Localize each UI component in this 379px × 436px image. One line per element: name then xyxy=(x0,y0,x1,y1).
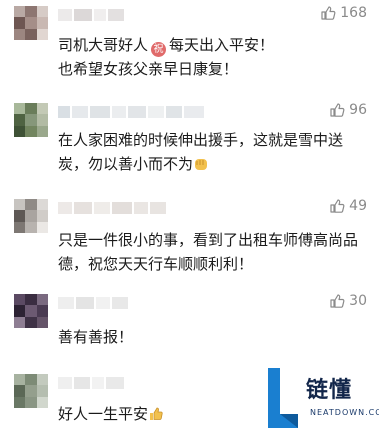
comment-text: 善有善报！ xyxy=(58,328,134,346)
thumbs-up-icon xyxy=(330,294,345,308)
watermark-subtitle: NEATDOWN.COM xyxy=(310,408,379,417)
like-count: 30 xyxy=(349,293,367,309)
fist-emoji-icon xyxy=(195,159,208,170)
thumbs-up-icon xyxy=(330,199,345,213)
username-blurred[interactable] xyxy=(58,377,124,389)
thumbs-up-emoji-icon xyxy=(150,407,163,420)
avatar[interactable] xyxy=(14,6,48,40)
username-blurred[interactable] xyxy=(58,106,204,118)
username-blurred[interactable] xyxy=(58,9,124,21)
like-button[interactable]: 168 xyxy=(320,5,367,21)
comment-text: 只是一件很小的事，看到了出租车师傅高尚品 德，祝您天天行车顺顺利利！ xyxy=(58,231,359,273)
like-count: 96 xyxy=(349,102,367,118)
avatar[interactable] xyxy=(14,294,48,328)
username-blurred[interactable] xyxy=(58,202,166,214)
thumbs-up-icon xyxy=(321,6,336,20)
username-blurred[interactable] xyxy=(58,297,128,309)
like-button[interactable]: 49 xyxy=(329,198,367,214)
comment-text: 司机大哥好人祝每天出入平安！ 也希望女孩父亲早日康复！ xyxy=(58,36,275,78)
avatar[interactable] xyxy=(14,199,48,233)
wish-emoji-icon: 祝 xyxy=(151,42,167,57)
like-count: 49 xyxy=(349,198,367,214)
avatar[interactable] xyxy=(14,374,48,408)
avatar[interactable] xyxy=(14,103,48,137)
watermark-title: 链懂 xyxy=(306,378,353,403)
watermark-l-icon xyxy=(268,368,298,428)
comment-text: 在人家困难的时候伸出援手，这就是雪中送 炭，勿以善小而不为 xyxy=(58,131,344,173)
like-button[interactable]: 96 xyxy=(329,102,367,118)
thumbs-up-icon xyxy=(330,103,345,117)
like-button[interactable]: 30 xyxy=(329,293,367,309)
like-count: 168 xyxy=(340,5,367,21)
watermark-logo: 链懂 NEATDOWN.COM xyxy=(262,366,379,432)
